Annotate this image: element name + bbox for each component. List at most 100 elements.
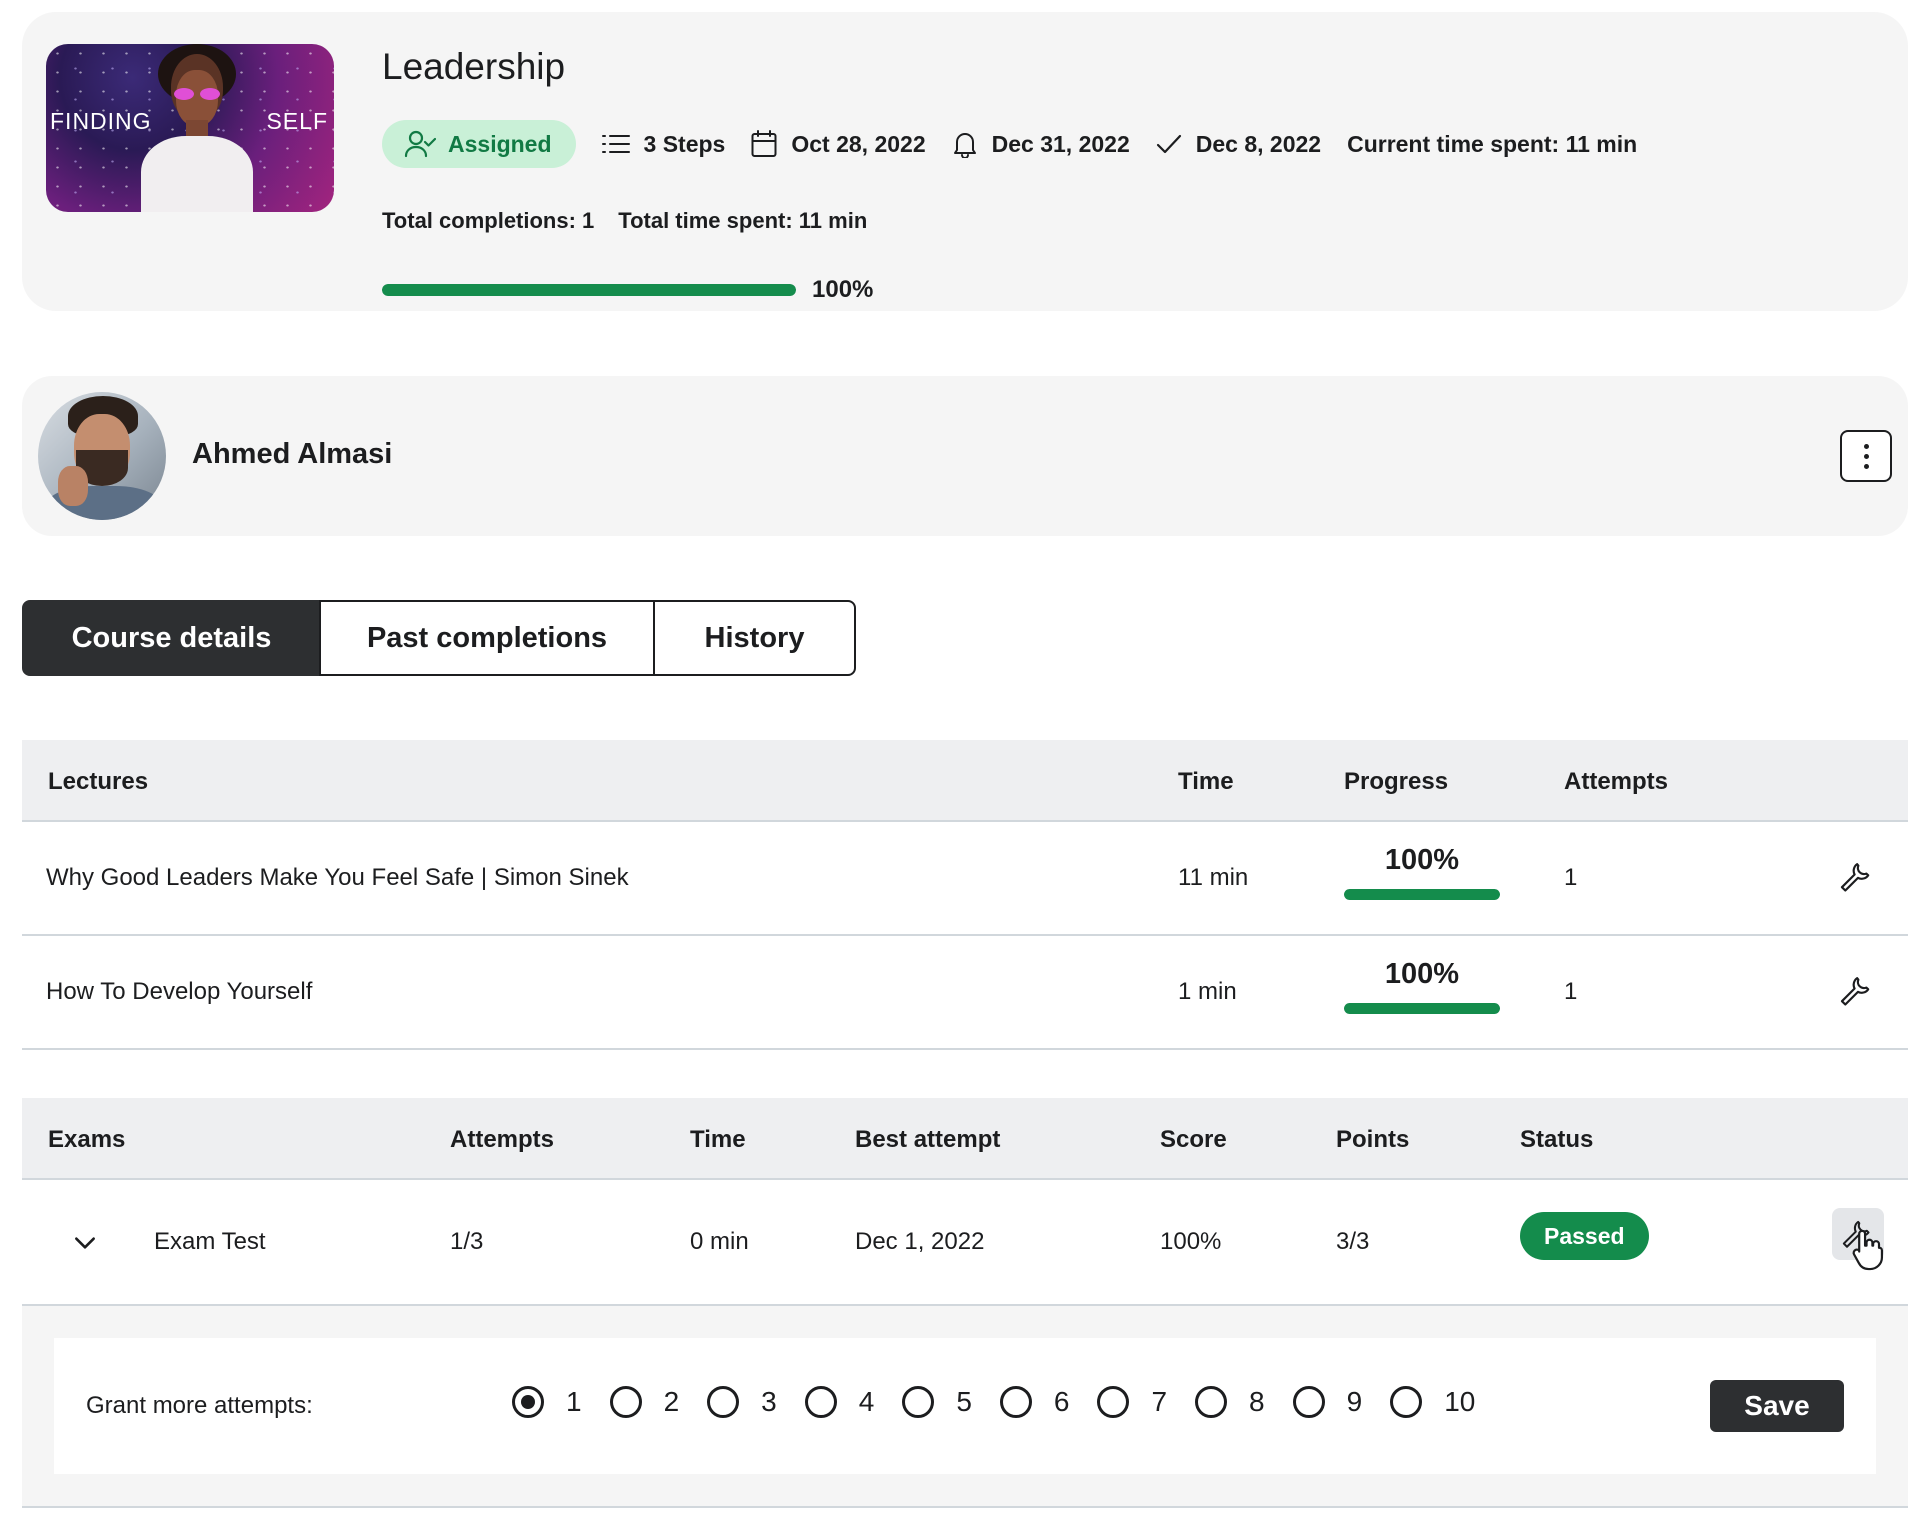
radio-button[interactable] [902, 1386, 935, 1418]
total-time-spent: Total time spent: 11 min [618, 208, 868, 233]
attempts-radio-option[interactable]: 2 [609, 1386, 680, 1418]
attempts-radio-group: 1 2 3 4 5 6 7 8 9 10 [512, 1386, 1503, 1418]
radio-label: 1 [566, 1386, 582, 1417]
lecture-title: How To Develop Yourself [46, 978, 313, 1005]
radio-button[interactable] [1390, 1386, 1423, 1418]
list-icon [601, 135, 630, 153]
attempts-radio-option[interactable]: 6 [999, 1386, 1070, 1418]
status-badge: Assigned [382, 120, 576, 168]
col-score: Score [1160, 1126, 1227, 1153]
lecture-progress: 100% [1344, 844, 1500, 900]
start-date-label: Oct 28, 2022 [791, 130, 926, 157]
exam-points: 3/3 [1336, 1228, 1370, 1255]
radio-button[interactable] [512, 1386, 544, 1418]
lecture-progress-bar [1344, 889, 1500, 900]
attempts-radio-option[interactable]: 4 [804, 1386, 875, 1418]
exams-header: Exams Attempts Time Best attempt Score P… [22, 1098, 1908, 1180]
thumbnail-text-left: FINDING [50, 108, 152, 134]
radio-label: 2 [663, 1386, 680, 1417]
attempts-radio-option[interactable]: 10 [1390, 1386, 1475, 1418]
chevron-down-icon[interactable] [72, 1230, 98, 1256]
col-lectures: Lectures [48, 768, 149, 795]
course-progress: 100% [382, 276, 873, 304]
exam-title: Exam Test [154, 1228, 266, 1255]
radio-label: 3 [761, 1386, 777, 1417]
exam-attempts: 1/3 [450, 1228, 484, 1255]
lecture-time: 1 min [1178, 978, 1237, 1005]
course-progress-bar [382, 284, 796, 296]
lecture-progress-label: 100% [1384, 844, 1460, 876]
lecture-progress-fill [1344, 1003, 1500, 1014]
radio-button[interactable] [804, 1386, 837, 1418]
attempts-radio-option[interactable]: 9 [1292, 1386, 1363, 1418]
radio-button[interactable] [1195, 1386, 1228, 1418]
col-status: Status [1520, 1126, 1594, 1153]
bell-icon [953, 133, 976, 158]
tab-history[interactable]: History [653, 600, 856, 676]
lecture-progress-fill [1344, 889, 1500, 900]
completed-date-label: Dec 8, 2022 [1195, 130, 1322, 157]
calendar-icon [751, 130, 777, 157]
thumbnail-text-right: SELF [266, 108, 328, 134]
kebab-menu-icon[interactable] [1840, 430, 1892, 482]
exams-table: Exams Attempts Time Best attempt Score P… [22, 1098, 1908, 1306]
radio-button[interactable] [1097, 1386, 1130, 1418]
attempts-radio-option[interactable]: 8 [1195, 1386, 1265, 1418]
lecture-title: Why Good Leaders Make You Feel Safe | Si… [46, 864, 629, 891]
radio-label: 10 [1444, 1386, 1476, 1417]
attempts-radio-option[interactable]: 3 [707, 1386, 777, 1418]
grant-attempts-panel: Grant more attempts: 1 2 3 4 5 6 7 8 9 10 Save [22, 1306, 1908, 1508]
lectures-table: Lectures Time Progress Attempts Why Good… [22, 740, 1908, 1050]
attempts-radio-option[interactable]: 7 [1097, 1386, 1167, 1418]
course-progress-fill [382, 284, 796, 296]
status-badge-label: Assigned [448, 130, 552, 157]
course-title: Leadership [382, 46, 566, 87]
lecture-progress-bar [1344, 1003, 1500, 1014]
col-best-attempt: Best attempt [855, 1126, 1001, 1153]
grant-attempts-label: Grant more attempts: [86, 1392, 313, 1419]
radio-label: 5 [956, 1386, 972, 1417]
wrench-icon[interactable] [1840, 974, 1874, 1008]
radio-button[interactable] [707, 1386, 740, 1418]
steps-label: 3 Steps [643, 130, 726, 157]
lecture-attempts: 1 [1564, 978, 1578, 1005]
col-time: Time [1178, 768, 1234, 795]
radio-label: 7 [1151, 1386, 1168, 1417]
col-exams: Exams [48, 1126, 126, 1153]
tab-bar: Course details Past completions History [22, 600, 856, 676]
wrench-icon[interactable] [1840, 860, 1874, 894]
total-completions: Total completions: 1 [382, 208, 595, 233]
user-name: Ahmed Almasi [192, 438, 393, 470]
attempts-radio-option[interactable]: 1 [512, 1386, 582, 1418]
radio-label: 4 [858, 1386, 875, 1417]
completed-date: Dec 8, 2022 [1156, 131, 1321, 158]
col-progress: Progress [1344, 768, 1449, 795]
current-time-spent: Current time spent: 11 min [1347, 130, 1638, 157]
attempts-radio-option[interactable]: 5 [902, 1386, 972, 1418]
avatar [38, 392, 166, 520]
table-row: Exam Test 1/3 0 min Dec 1, 2022 100% 3/3… [22, 1180, 1908, 1306]
lectures-header: Lectures Time Progress Attempts [22, 740, 1908, 822]
radio-button[interactable] [1292, 1386, 1325, 1418]
course-card: FINDING SELF Leadership Assigned 3 Steps [22, 12, 1908, 311]
table-row: Why Good Leaders Make You Feel Safe | Si… [22, 822, 1908, 936]
radio-button[interactable] [609, 1386, 642, 1418]
radio-label: 6 [1053, 1386, 1070, 1417]
lecture-progress: 100% [1344, 958, 1500, 1014]
tab-past-completions[interactable]: Past completions [319, 600, 655, 676]
due-date-label: Dec 31, 2022 [991, 130, 1130, 157]
radio-button[interactable] [999, 1386, 1032, 1418]
lecture-attempts: 1 [1564, 864, 1578, 891]
save-button[interactable]: Save [1710, 1380, 1844, 1432]
radio-label: 8 [1249, 1386, 1265, 1417]
user-check-icon [404, 130, 436, 158]
check-icon [1156, 134, 1181, 154]
radio-label: 9 [1346, 1386, 1363, 1417]
table-row: How To Develop Yourself 1 min 100% 1 [22, 936, 1908, 1050]
tab-course-details[interactable]: Course details [22, 600, 321, 676]
status-badge: Passed [1520, 1212, 1649, 1260]
exam-best-attempt: Dec 1, 2022 [855, 1228, 985, 1255]
course-totals: Total completions: 1 Total time spent: 1… [382, 208, 867, 234]
course-meta-row: Assigned 3 Steps Oct 28, 2022 Dec 31, 20… [382, 120, 1637, 168]
exam-time: 0 min [690, 1228, 749, 1255]
